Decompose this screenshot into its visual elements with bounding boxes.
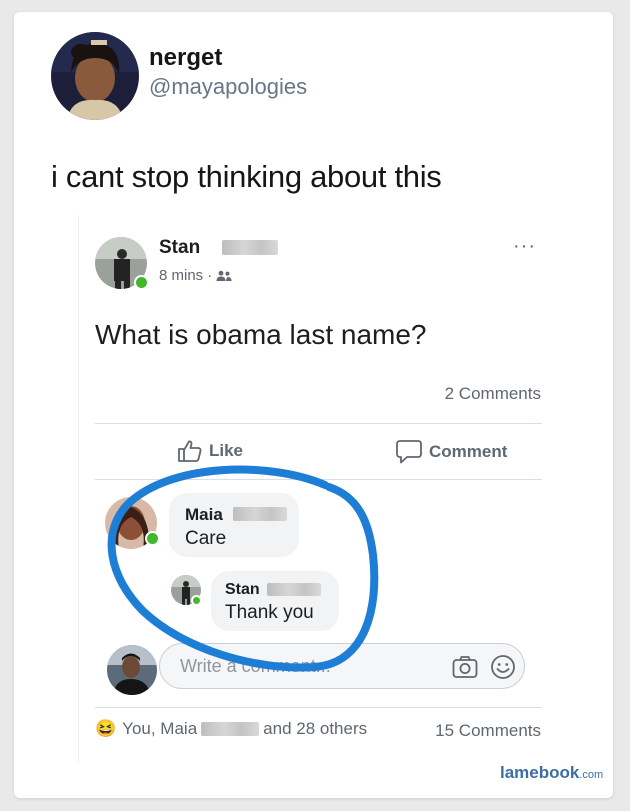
comment-bubble-icon bbox=[396, 440, 422, 464]
comment-bubble: Maia Care bbox=[169, 493, 299, 557]
thumbs-up-icon bbox=[178, 440, 202, 462]
online-status-dot bbox=[145, 531, 160, 546]
reactions-summary[interactable]: 😆 You, Maia and 28 others bbox=[95, 719, 367, 739]
tweet-display-name[interactable]: nerget bbox=[149, 44, 222, 72]
meta-separator: · bbox=[207, 267, 213, 284]
more-options-icon[interactable]: ··· bbox=[513, 235, 536, 258]
tweet-avatar[interactable] bbox=[51, 32, 139, 120]
current-user-avatar[interactable] bbox=[107, 645, 157, 695]
redacted-surname bbox=[222, 240, 278, 255]
watermark-suffix: .com bbox=[579, 769, 604, 781]
tweet-text: i cant stop thinking about this bbox=[51, 159, 442, 194]
camera-icon[interactable] bbox=[452, 655, 478, 679]
divider bbox=[95, 707, 542, 708]
comment-author-name[interactable]: Maia bbox=[185, 505, 223, 525]
reactions-names: You, Maia bbox=[122, 719, 198, 738]
post-timestamp[interactable]: 8 mins bbox=[159, 267, 203, 284]
post-author-name[interactable]: Stan bbox=[159, 237, 200, 259]
post-text: What is obama last name? bbox=[95, 319, 427, 350]
comment-text: Care bbox=[185, 528, 227, 549]
post-meta: 8 mins · bbox=[159, 267, 232, 284]
divider bbox=[95, 479, 542, 480]
friends-icon bbox=[216, 270, 232, 281]
write-comment-input[interactable]: Write a comment... bbox=[159, 643, 525, 689]
like-button[interactable]: Like bbox=[177, 439, 243, 463]
write-comment-placeholder: Write a comment... bbox=[180, 656, 331, 676]
reply-author-name[interactable]: Stan bbox=[225, 581, 260, 599]
tweet-handle[interactable]: @mayapologies bbox=[149, 74, 307, 100]
comment-button[interactable]: Comment bbox=[395, 439, 507, 465]
redacted-surname bbox=[201, 722, 260, 736]
like-label: Like bbox=[209, 441, 244, 460]
facebook-post-screenshot: Stan 8 mins · ··· What is obama last nam… bbox=[78, 215, 558, 763]
haha-reaction-icon: 😆 bbox=[95, 719, 117, 738]
lamebook-watermark: lamebook.com bbox=[500, 763, 603, 783]
total-comments-link[interactable]: 15 Comments bbox=[435, 721, 541, 741]
smiley-icon[interactable] bbox=[490, 654, 516, 680]
reply-bubble: Stan Thank you bbox=[211, 571, 339, 631]
watermark-brand: lamebook bbox=[500, 763, 580, 782]
reply-text: Thank you bbox=[225, 602, 314, 623]
online-status-dot bbox=[191, 595, 202, 606]
redacted-surname bbox=[267, 583, 321, 596]
redacted-surname bbox=[233, 507, 287, 521]
reactions-others: and 28 others bbox=[263, 719, 368, 738]
online-status-dot bbox=[134, 275, 149, 290]
comment-label: Comment bbox=[429, 442, 508, 461]
comments-count-link[interactable]: 2 Comments bbox=[445, 384, 541, 404]
divider bbox=[95, 423, 542, 424]
